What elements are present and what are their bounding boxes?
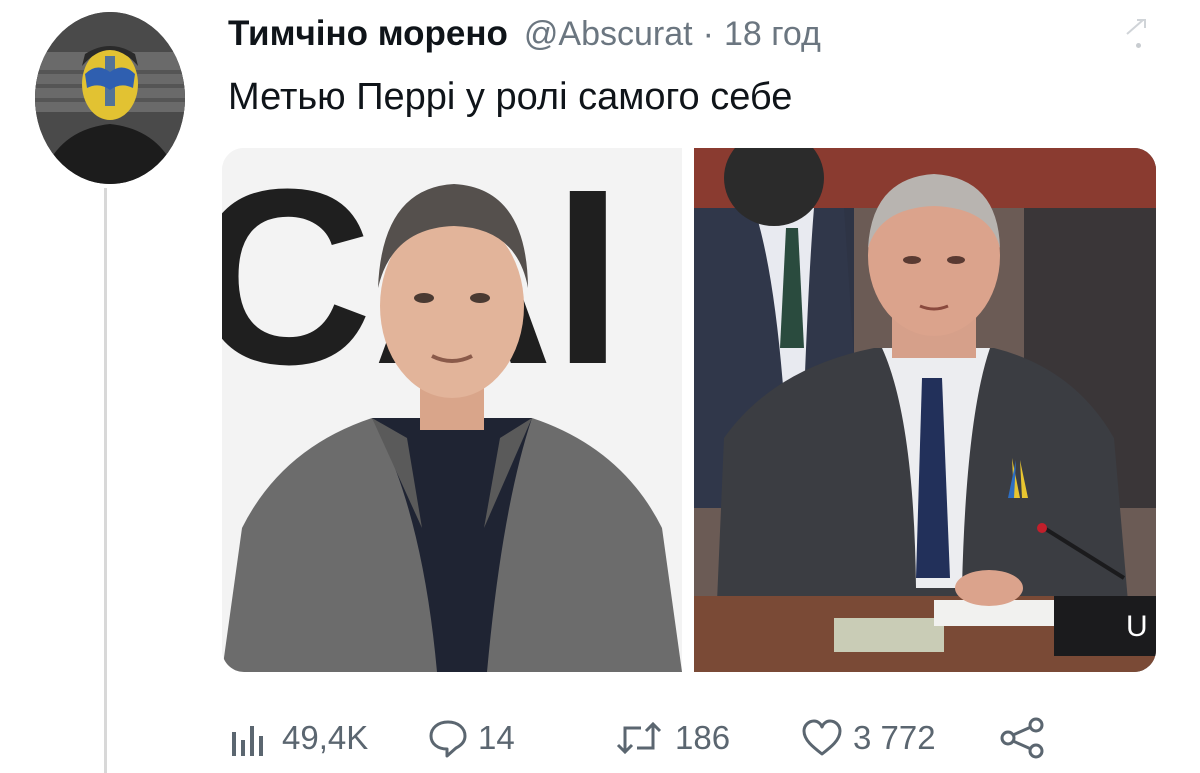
like-button[interactable]: 3 772: [801, 712, 936, 764]
more-dots-icon[interactable]: [1118, 0, 1158, 48]
tweet-media[interactable]: CAI: [222, 148, 1156, 672]
likes-count: 3 772: [853, 719, 936, 756]
bar-chart-icon: [232, 726, 263, 756]
photo-right[interactable]: U: [694, 148, 1156, 672]
expand-corner-icon: [1126, 19, 1146, 35]
avatar[interactable]: [35, 12, 185, 184]
tweet-actions-bar: 49,4K 14 186 3 772: [228, 712, 1128, 764]
reply-button[interactable]: 14: [428, 712, 515, 764]
replies-count: 14: [478, 719, 515, 756]
tweet-header: Тимчіно морено @Abscurat · 18 год: [228, 14, 821, 60]
share-button[interactable]: [998, 712, 1046, 764]
retweet-arrows-icon: [616, 721, 662, 755]
share-nodes-icon: [1000, 717, 1044, 759]
photo-left-image: CAI: [222, 148, 682, 672]
speech-bubble-icon: [429, 720, 467, 758]
tweet-timestamp[interactable]: 18 год: [724, 15, 821, 54]
author-name[interactable]: Тимчіно морено: [228, 14, 508, 54]
tweet-text: Метью Перрі у ролі самого себе: [228, 76, 793, 118]
header-separator: ·: [702, 15, 714, 53]
views-button[interactable]: 49,4K: [228, 712, 368, 764]
avatar-image: [35, 12, 185, 184]
nameplate-letter: U: [1126, 610, 1148, 643]
heart-icon: [802, 719, 842, 756]
retweet-button[interactable]: 186: [613, 712, 730, 764]
retweets-count: 186: [675, 719, 731, 756]
thread-connector-line: [104, 188, 107, 773]
photo-right-image: U: [694, 148, 1156, 672]
photo-left[interactable]: CAI: [222, 148, 682, 672]
views-count: 49,4K: [282, 719, 369, 756]
author-handle[interactable]: @Abscurat: [524, 15, 693, 54]
